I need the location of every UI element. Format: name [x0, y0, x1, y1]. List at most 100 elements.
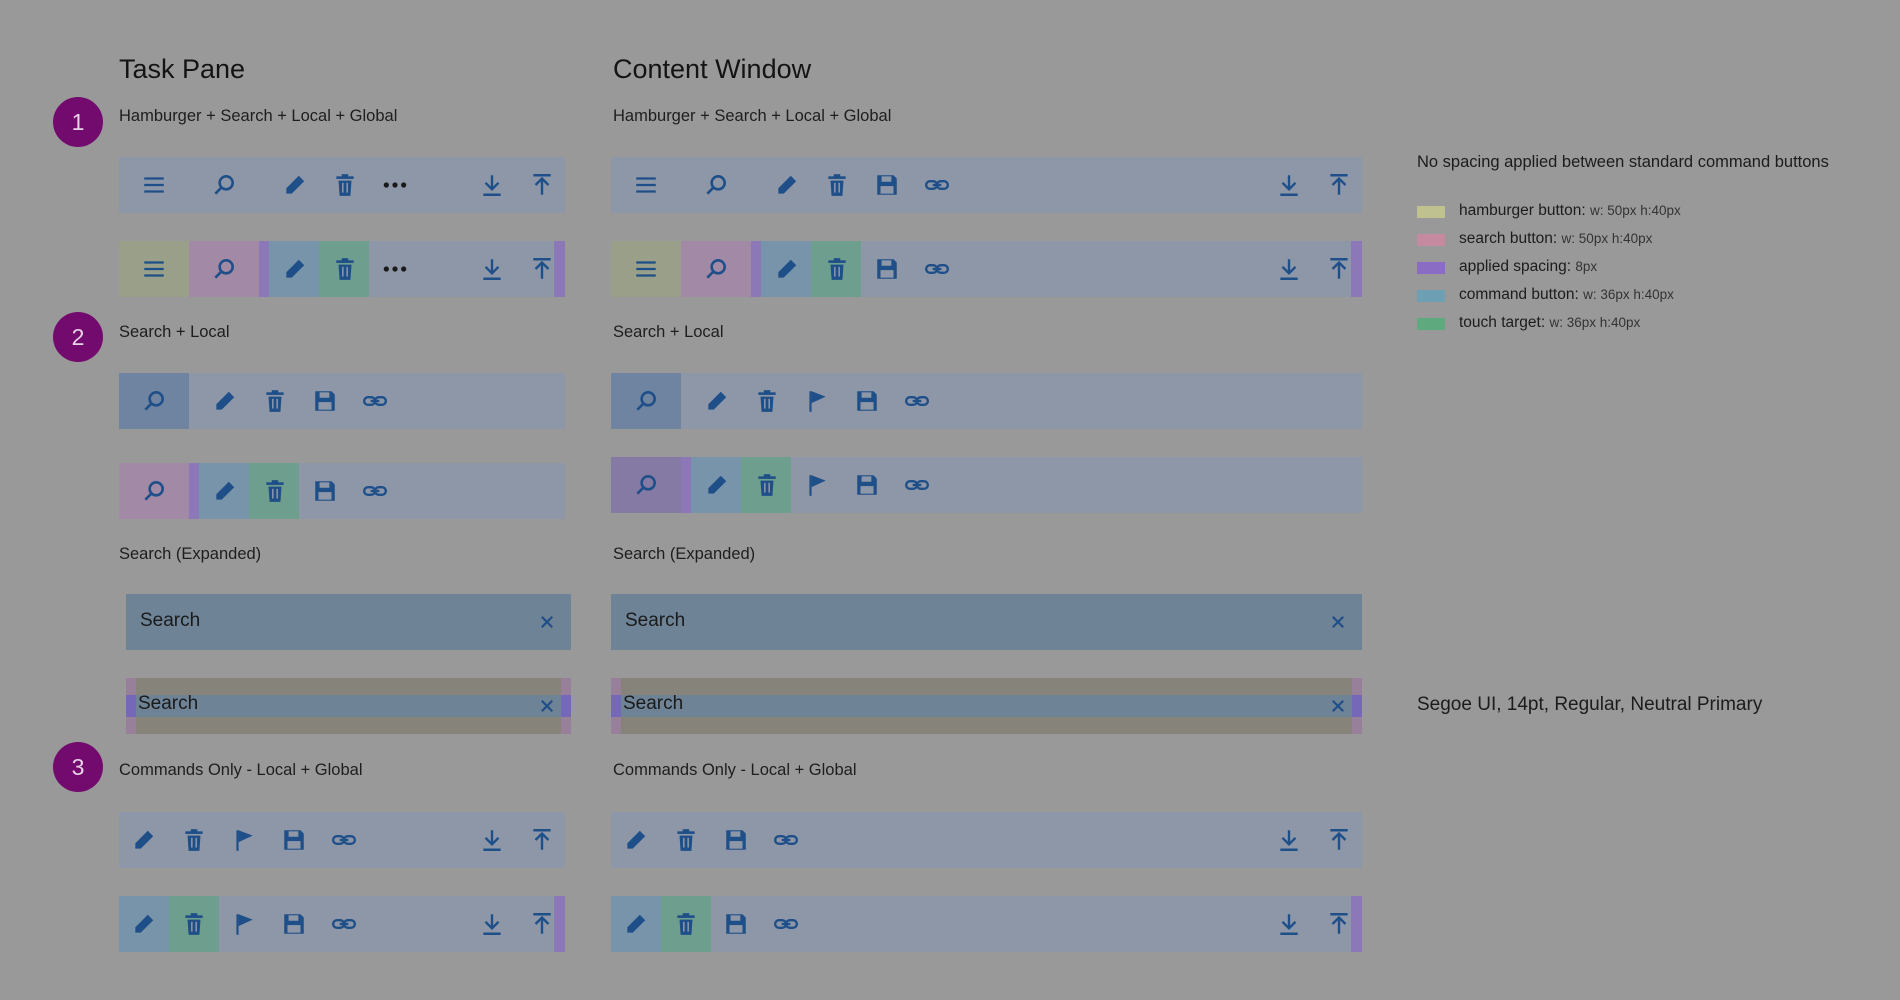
link-icon[interactable] [772, 826, 800, 854]
search-field-annotated[interactable]: Search [126, 678, 571, 734]
trash-icon[interactable] [180, 910, 208, 938]
flag-icon[interactable] [230, 826, 258, 854]
search-field-expanded[interactable]: Search [126, 594, 571, 650]
search-icon[interactable] [210, 171, 238, 199]
search-placeholder: Search [625, 610, 686, 631]
save-icon[interactable] [722, 826, 750, 854]
trash-icon[interactable] [180, 826, 208, 854]
download-icon[interactable] [1275, 171, 1303, 199]
section-2-label-task: Search + Local [119, 323, 230, 341]
save-icon[interactable] [280, 826, 308, 854]
hamburger-icon[interactable] [632, 255, 660, 283]
close-icon[interactable] [533, 692, 561, 720]
link-icon[interactable] [923, 171, 951, 199]
link-icon[interactable] [772, 910, 800, 938]
download-icon[interactable] [478, 255, 506, 283]
upload-icon[interactable] [1325, 910, 1353, 938]
search-icon[interactable] [702, 255, 730, 283]
link-icon[interactable] [330, 910, 358, 938]
pencil-icon[interactable] [130, 910, 158, 938]
section-1-label-task: Hamburger + Search + Local + Global [119, 107, 398, 125]
section-2-badge: 2 [53, 312, 103, 362]
link-icon[interactable] [903, 387, 931, 415]
pencil-icon[interactable] [622, 826, 650, 854]
download-icon[interactable] [1275, 910, 1303, 938]
pencil-icon[interactable] [211, 477, 239, 505]
hamburger-icon[interactable] [632, 171, 660, 199]
flag-icon[interactable] [803, 471, 831, 499]
section-3-badge: 3 [53, 742, 103, 792]
download-icon[interactable] [478, 910, 506, 938]
toolbar [119, 157, 565, 213]
flag-icon[interactable] [230, 910, 258, 938]
search-icon[interactable] [140, 387, 168, 415]
trash-icon[interactable] [672, 910, 700, 938]
spacing-area [611, 695, 621, 717]
save-icon[interactable] [873, 255, 901, 283]
search-icon[interactable] [632, 387, 660, 415]
pencil-icon[interactable] [281, 171, 309, 199]
trash-icon[interactable] [261, 477, 289, 505]
more-icon[interactable] [381, 255, 409, 283]
download-icon[interactable] [1275, 255, 1303, 283]
trash-icon[interactable] [823, 255, 851, 283]
upload-icon[interactable] [1325, 255, 1353, 283]
trash-icon[interactable] [753, 387, 781, 415]
trash-icon[interactable] [261, 387, 289, 415]
link-icon[interactable] [361, 387, 389, 415]
download-icon[interactable] [478, 826, 506, 854]
spacing-note: No spacing applied between standard comm… [1417, 153, 1829, 171]
pencil-icon[interactable] [703, 471, 731, 499]
download-icon[interactable] [478, 171, 506, 199]
upload-icon[interactable] [1325, 171, 1353, 199]
spacing-area [259, 241, 269, 297]
toolbar [611, 812, 1362, 868]
save-icon[interactable] [311, 477, 339, 505]
search-field-annotated[interactable]: Search [611, 678, 1362, 734]
download-icon[interactable] [1275, 826, 1303, 854]
pencil-icon[interactable] [773, 171, 801, 199]
upload-icon[interactable] [528, 171, 556, 199]
link-icon[interactable] [923, 255, 951, 283]
pencil-icon[interactable] [773, 255, 801, 283]
search-icon[interactable] [210, 255, 238, 283]
trash-icon[interactable] [331, 171, 359, 199]
search-icon[interactable] [632, 471, 660, 499]
pencil-icon[interactable] [703, 387, 731, 415]
section-1-label-content: Hamburger + Search + Local + Global [613, 107, 892, 125]
link-icon[interactable] [361, 477, 389, 505]
upload-icon[interactable] [1325, 826, 1353, 854]
hamburger-icon[interactable] [140, 255, 168, 283]
save-icon[interactable] [873, 171, 901, 199]
search-icon[interactable] [702, 171, 730, 199]
upload-icon[interactable] [528, 910, 556, 938]
hamburger-icon[interactable] [140, 171, 168, 199]
pencil-icon[interactable] [622, 910, 650, 938]
link-icon[interactable] [330, 826, 358, 854]
save-icon[interactable] [722, 910, 750, 938]
close-icon[interactable] [1324, 608, 1352, 636]
close-icon[interactable] [533, 608, 561, 636]
upload-icon[interactable] [528, 826, 556, 854]
save-icon[interactable] [280, 910, 308, 938]
close-icon[interactable] [1324, 692, 1352, 720]
trash-icon[interactable] [753, 471, 781, 499]
legend-name: touch target: [1459, 314, 1546, 331]
upload-icon[interactable] [528, 255, 556, 283]
toolbar [119, 373, 565, 429]
pencil-icon[interactable] [130, 826, 158, 854]
search-field-expanded[interactable]: Search [611, 594, 1362, 650]
save-icon[interactable] [853, 387, 881, 415]
trash-icon[interactable] [823, 171, 851, 199]
trash-icon[interactable] [331, 255, 359, 283]
pencil-icon[interactable] [211, 387, 239, 415]
more-icon[interactable] [381, 171, 409, 199]
pencil-icon[interactable] [281, 255, 309, 283]
search-icon[interactable] [140, 477, 168, 505]
legend-name: search button: [1459, 230, 1558, 247]
trash-icon[interactable] [672, 826, 700, 854]
link-icon[interactable] [903, 471, 931, 499]
save-icon[interactable] [311, 387, 339, 415]
flag-icon[interactable] [803, 387, 831, 415]
save-icon[interactable] [853, 471, 881, 499]
